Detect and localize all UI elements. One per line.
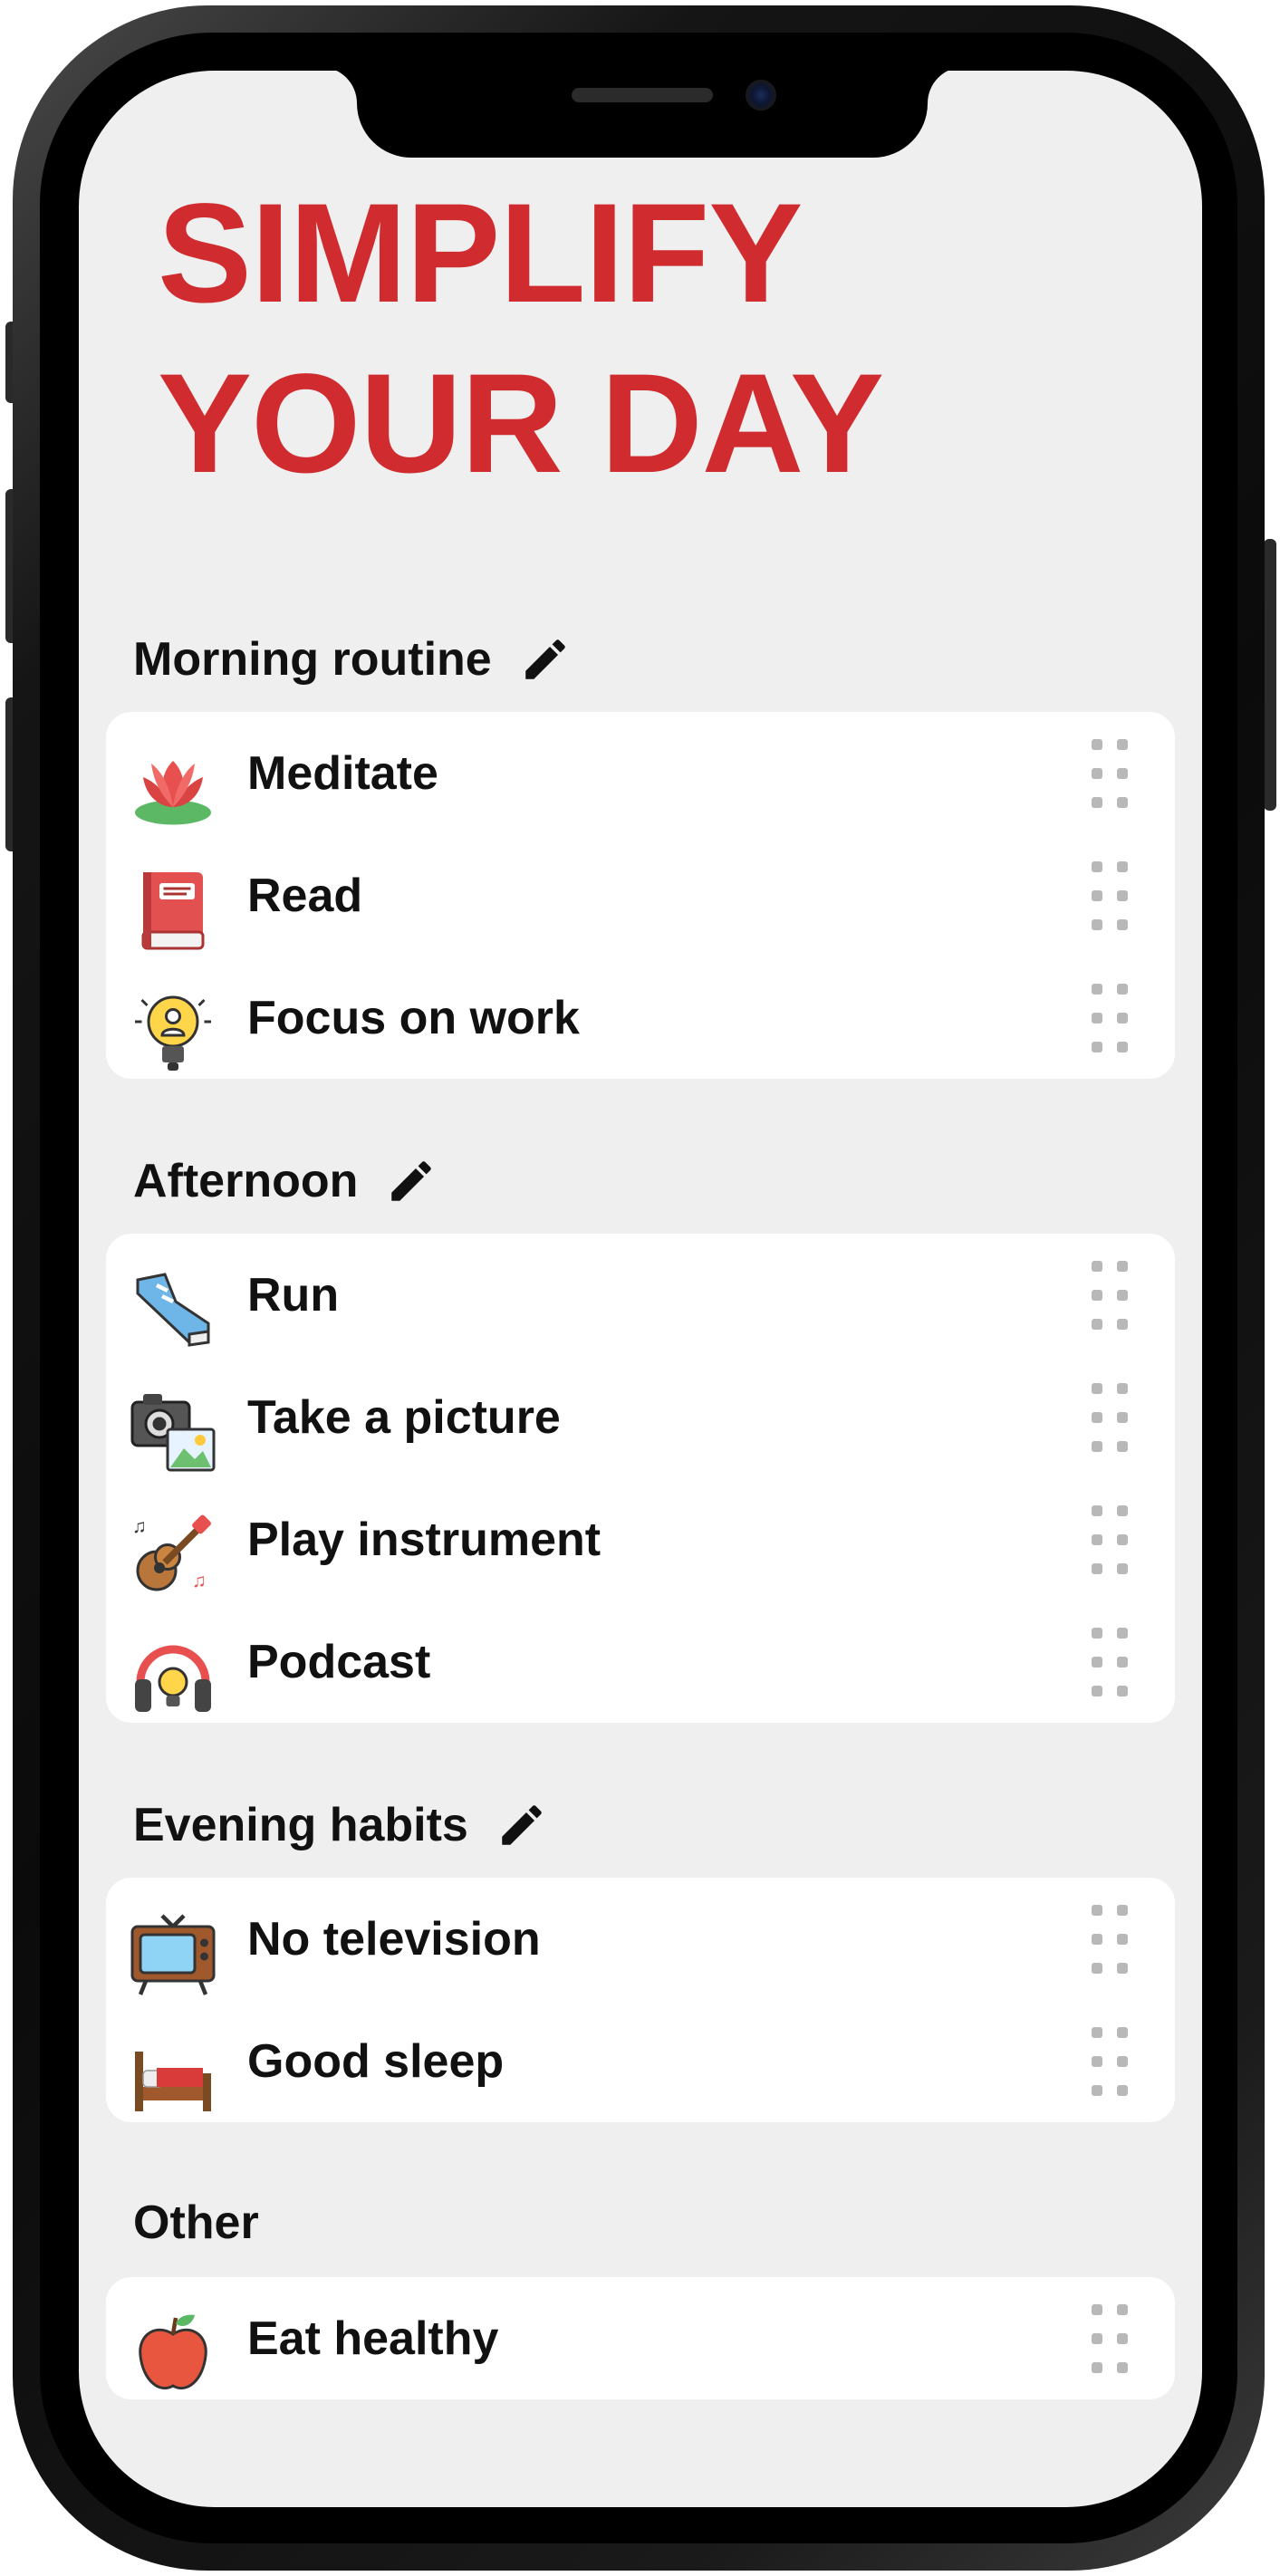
list-item[interactable]: Eat healthy — [106, 2277, 1175, 2399]
item-label: Good sleep — [247, 2035, 505, 2088]
item-label: No television — [247, 1913, 541, 1966]
item-label: Take a picture — [247, 1391, 561, 1444]
drag-handle-icon[interactable] — [1092, 1505, 1131, 1574]
app-screen: SIMPLIFY YOUR DAY Morning routine Medita… — [79, 71, 1202, 2507]
camera-icon — [130, 1394, 216, 1472]
book-icon — [141, 872, 205, 950]
list-item[interactable]: Run — [106, 1234, 1175, 1356]
list-item[interactable]: Meditate — [106, 712, 1175, 834]
lotus-icon — [135, 761, 211, 825]
television-icon — [130, 1914, 216, 1995]
drag-handle-icon[interactable] — [1092, 2027, 1131, 2096]
item-label: Focus on work — [247, 992, 580, 1044]
drag-handle-icon[interactable] — [1092, 984, 1131, 1053]
section-title: Afternoon — [133, 1155, 359, 1207]
list-item[interactable]: Good sleep — [106, 2000, 1175, 2122]
drag-handle-icon[interactable] — [1092, 1905, 1131, 1974]
section-card-morning-routine: Meditate Read Focus on work — [106, 712, 1175, 1079]
section-card-other: Eat healthy — [106, 2277, 1175, 2399]
drag-handle-icon[interactable] — [1092, 1628, 1131, 1697]
svg-text:♫: ♫ — [132, 1516, 147, 1537]
drag-handle-icon[interactable] — [1092, 2304, 1131, 2373]
section-title: Evening habits — [133, 1799, 468, 1851]
notch — [357, 71, 928, 158]
section-header-evening-habits: Evening habits — [133, 1798, 548, 1852]
pencil-icon[interactable] — [385, 1155, 438, 1207]
section-card-evening-habits: No television Good sleep — [106, 1878, 1175, 2122]
drag-handle-icon[interactable] — [1092, 861, 1131, 930]
section-header-morning-routine: Morning routine — [133, 632, 572, 687]
item-label: Play instrument — [247, 1514, 602, 1566]
drag-handle-icon[interactable] — [1092, 1383, 1131, 1452]
item-label: Podcast — [247, 1636, 431, 1688]
list-item[interactable]: ♫ ♫ Play instrument — [106, 1478, 1175, 1600]
pencil-icon[interactable] — [496, 1799, 548, 1851]
item-label: Meditate — [247, 747, 438, 800]
hero-title: SIMPLIFY YOUR DAY — [158, 168, 884, 509]
hero-title-line-1: SIMPLIFY — [158, 175, 803, 332]
section-header-afternoon: Afternoon — [133, 1154, 438, 1208]
bed-icon — [135, 2052, 211, 2111]
svg-text:♫: ♫ — [192, 1571, 207, 1591]
guitar-icon: ♫ ♫ — [132, 1514, 211, 1591]
list-item[interactable]: Focus on work — [106, 956, 1175, 1079]
drag-handle-icon[interactable] — [1092, 1261, 1131, 1330]
item-label: Eat healthy — [247, 2312, 499, 2365]
list-item[interactable]: Take a picture — [106, 1356, 1175, 1478]
section-card-afternoon: Run Take a picture ♫ ♫ Play instrument P… — [106, 1234, 1175, 1723]
headphones-icon — [135, 1645, 211, 1712]
apple-icon — [139, 2314, 207, 2390]
drag-handle-icon[interactable] — [1092, 739, 1131, 808]
power-button — [1264, 539, 1276, 811]
section-header-other: Other — [133, 2196, 259, 2250]
hero-title-line-2: YOUR DAY — [158, 345, 884, 503]
item-label: Run — [247, 1269, 340, 1322]
running-shoe-icon — [136, 1273, 210, 1347]
pencil-icon[interactable] — [519, 633, 572, 686]
list-item[interactable]: Read — [106, 834, 1175, 956]
list-item[interactable]: Podcast — [106, 1600, 1175, 1723]
speaker-grille — [572, 88, 713, 102]
section-title: Other — [133, 2196, 259, 2249]
list-item[interactable]: No television — [106, 1878, 1175, 2000]
item-label: Read — [247, 870, 363, 922]
section-title: Morning routine — [133, 633, 492, 686]
front-camera — [746, 80, 776, 111]
lightbulb-icon — [135, 995, 211, 1071]
